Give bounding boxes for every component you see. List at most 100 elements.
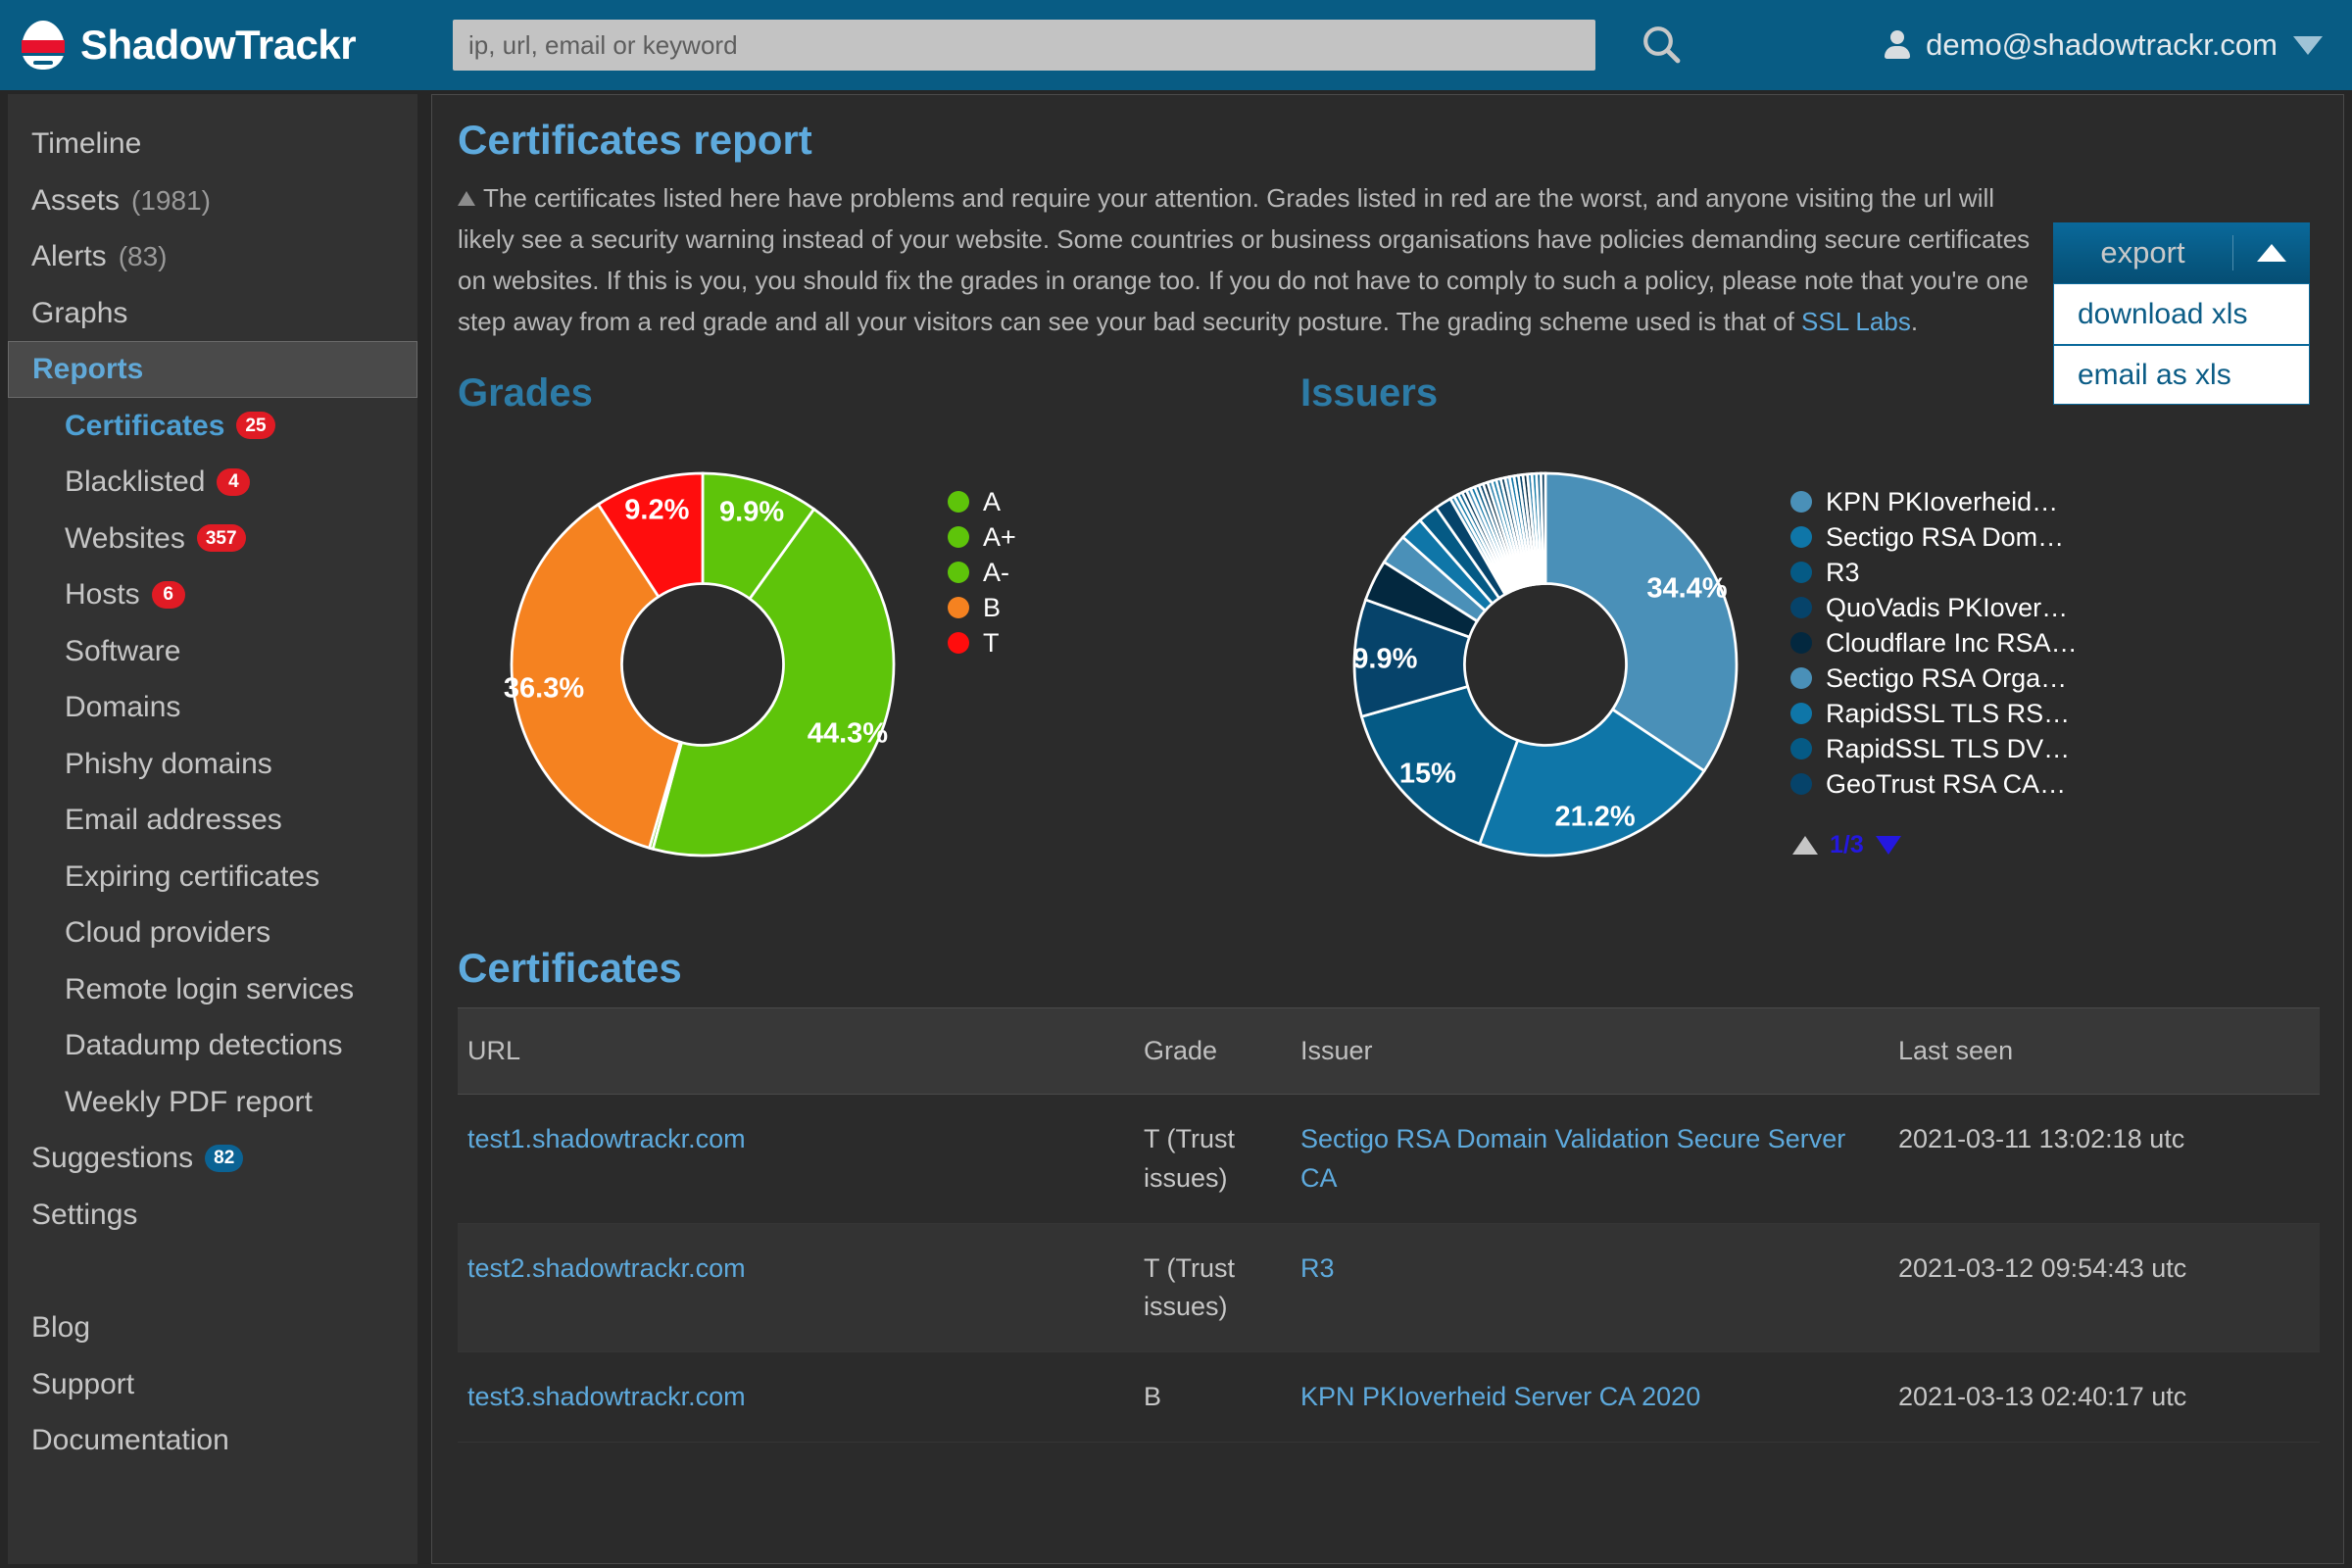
legend-item-label: RapidSSL TLS RS… (1826, 699, 2070, 729)
certificates-table-head: URL Grade Issuer Last seen (458, 1008, 2320, 1095)
brand-logo[interactable]: ShadowTrackr (22, 21, 356, 70)
export-toggle[interactable] (2233, 244, 2310, 262)
issuer-link[interactable]: R3 (1300, 1253, 1335, 1283)
sidebar-item-software[interactable]: Software (8, 623, 417, 680)
cell-last-seen: 2021-03-13 02:40:17 utc (1888, 1352, 2320, 1443)
sidebar-item-label: Support (31, 1369, 134, 1400)
legend-item[interactable]: A- (948, 555, 1016, 590)
chevron-down-icon[interactable] (2293, 36, 2323, 55)
sidebar-item-websites[interactable]: Websites357 (8, 511, 417, 567)
sidebar-item-badge: 25 (236, 412, 274, 439)
report-description: The certificates listed here have proble… (458, 177, 2035, 342)
pie-slice[interactable] (1545, 473, 1737, 771)
sidebar-item-expiring-certificates[interactable]: Expiring certificates (8, 849, 417, 906)
export-button-label: export (2053, 235, 2233, 270)
export-button[interactable]: export (2053, 222, 2310, 283)
sidebar-item-alerts[interactable]: Alerts(83) (8, 228, 417, 285)
legend-item[interactable]: KPN PKIoverheid… (1790, 484, 2078, 519)
sidebar-item-phishy-domains[interactable]: Phishy domains (8, 736, 417, 793)
sidebar-item-weekly-pdf-report[interactable]: Weekly PDF report (8, 1074, 417, 1131)
column-header-last-seen[interactable]: Last seen (1888, 1008, 2320, 1095)
legend-item[interactable]: A+ (948, 519, 1016, 555)
issuers-legend-pager: 1/3 (1792, 831, 2078, 859)
legend-color-swatch (948, 632, 969, 654)
sidebar-item-remote-login-services[interactable]: Remote login services (8, 961, 417, 1018)
url-link[interactable]: test3.shadowtrackr.com (467, 1382, 746, 1411)
sidebar-item-certificates[interactable]: Certificates25 (8, 398, 417, 455)
sidebar-item-email-addresses[interactable]: Email addresses (8, 792, 417, 849)
legend-item[interactable]: Cloudflare Inc RSA… (1790, 625, 2078, 661)
legend-color-swatch (948, 526, 969, 548)
sidebar-item-label: Alerts (31, 241, 107, 272)
page-title: Certificates report (458, 117, 2343, 164)
grades-donut-chart[interactable] (458, 419, 948, 909)
legend-page-indicator: 1/3 (1830, 831, 1864, 859)
legend-item[interactable]: Sectigo RSA Orga… (1790, 661, 2078, 696)
export-menu-item-download-xls[interactable]: download xls (2054, 284, 2309, 344)
sidebar-item-timeline[interactable]: Timeline (8, 116, 417, 172)
sidebar-item-label: Suggestions (31, 1143, 193, 1174)
cell-url: test2.shadowtrackr.com (458, 1223, 1134, 1351)
legend-item[interactable]: Sectigo RSA Dom… (1790, 519, 2078, 555)
sidebar-item-label: Blacklisted (65, 466, 205, 498)
certificates-table: URL Grade Issuer Last seen test1.shadowt… (458, 1007, 2320, 1443)
sidebar-item-hosts[interactable]: Hosts6 (8, 566, 417, 623)
sidebar-item-label: Remote login services (65, 974, 354, 1005)
issuers-donut-chart[interactable] (1300, 419, 1790, 909)
triangle-up-icon[interactable] (1792, 836, 1818, 855)
sidebar-nav: TimelineAssets(1981)Alerts(83)GraphsRepo… (8, 94, 417, 1564)
sidebar-item-label: Email addresses (65, 805, 282, 836)
sidebar-item-documentation[interactable]: Documentation (8, 1412, 417, 1469)
url-link[interactable]: test2.shadowtrackr.com (467, 1253, 746, 1283)
issuer-link[interactable]: Sectigo RSA Domain Validation Secure Ser… (1300, 1124, 1845, 1192)
sidebar-item-blog[interactable]: Blog (8, 1299, 417, 1356)
legend-item[interactable]: R3 (1790, 555, 2078, 590)
sidebar-item-list: TimelineAssets(1981)Alerts(83)GraphsRepo… (8, 116, 417, 1243)
sidebar-item-badge: 4 (217, 468, 250, 496)
sidebar-item-reports[interactable]: Reports (8, 341, 417, 398)
legend-item[interactable]: GeoTrust RSA CA… (1790, 766, 2078, 802)
column-header-issuer[interactable]: Issuer (1291, 1008, 1888, 1095)
sidebar-item-settings[interactable]: Settings (8, 1187, 417, 1244)
search-input[interactable] (453, 20, 1595, 71)
search-icon[interactable] (1639, 22, 1686, 69)
table-row[interactable]: test2.shadowtrackr.comT (Trust issues)R3… (458, 1223, 2320, 1351)
sidebar-item-graphs[interactable]: Graphs (8, 285, 417, 342)
legend-item[interactable]: T (948, 625, 1016, 661)
legend-item-label: QuoVadis PKIover… (1826, 593, 2068, 623)
issuers-chart-title: Issuers (1300, 371, 2280, 416)
sidebar-item-support[interactable]: Support (8, 1356, 417, 1413)
grades-legend: AA+A-BT (948, 419, 1016, 661)
url-link[interactable]: test1.shadowtrackr.com (467, 1124, 746, 1153)
user-menu[interactable]: demo@shadowtrackr.com (1885, 0, 2323, 90)
issuer-link[interactable]: KPN PKIoverheid Server CA 2020 (1300, 1382, 1700, 1411)
legend-item[interactable]: A (948, 484, 1016, 519)
warning-triangle-icon (458, 191, 475, 206)
legend-item[interactable]: RapidSSL TLS DV… (1790, 731, 2078, 766)
issuers-legend-wrap: KPN PKIoverheid…Sectigo RSA Dom…R3QuoVad… (1790, 419, 2078, 859)
ssl-labs-link[interactable]: SSL Labs (1801, 307, 1911, 336)
brand-name: ShadowTrackr (80, 24, 356, 66)
legend-item[interactable]: B (948, 590, 1016, 625)
column-header-grade[interactable]: Grade (1134, 1008, 1291, 1095)
sidebar-item-datadump-detections[interactable]: Datadump detections (8, 1017, 417, 1074)
legend-color-swatch (948, 562, 969, 583)
top-header-bar: ShadowTrackr demo@shadowtrackr.com (0, 0, 2352, 90)
cell-last-seen: 2021-03-12 09:54:43 utc (1888, 1223, 2320, 1351)
cell-last-seen: 2021-03-11 13:02:18 utc (1888, 1095, 2320, 1223)
column-header-url[interactable]: URL (458, 1008, 1134, 1095)
sidebar-item-assets[interactable]: Assets(1981) (8, 172, 417, 229)
legend-item-label: Sectigo RSA Dom… (1826, 522, 2064, 553)
legend-item[interactable]: RapidSSL TLS RS… (1790, 696, 2078, 731)
triangle-down-icon[interactable] (1876, 836, 1901, 855)
sidebar-item-blacklisted[interactable]: Blacklisted 4 (8, 454, 417, 511)
user-email-label: demo@shadowtrackr.com (1926, 27, 2278, 63)
sidebar-item-domains[interactable]: Domains (8, 679, 417, 736)
table-row[interactable]: test3.shadowtrackr.comBKPN PKIoverheid S… (458, 1352, 2320, 1443)
table-row[interactable]: test1.shadowtrackr.comT (Trust issues)Se… (458, 1095, 2320, 1223)
sidebar-item-label: Websites (65, 523, 185, 555)
legend-item[interactable]: QuoVadis PKIover… (1790, 590, 2078, 625)
sidebar-item-suggestions[interactable]: Suggestions82 (8, 1130, 417, 1187)
sidebar-item-cloud-providers[interactable]: Cloud providers (8, 905, 417, 961)
sidebar-footer-list: Blog Support Documentation (8, 1299, 417, 1469)
